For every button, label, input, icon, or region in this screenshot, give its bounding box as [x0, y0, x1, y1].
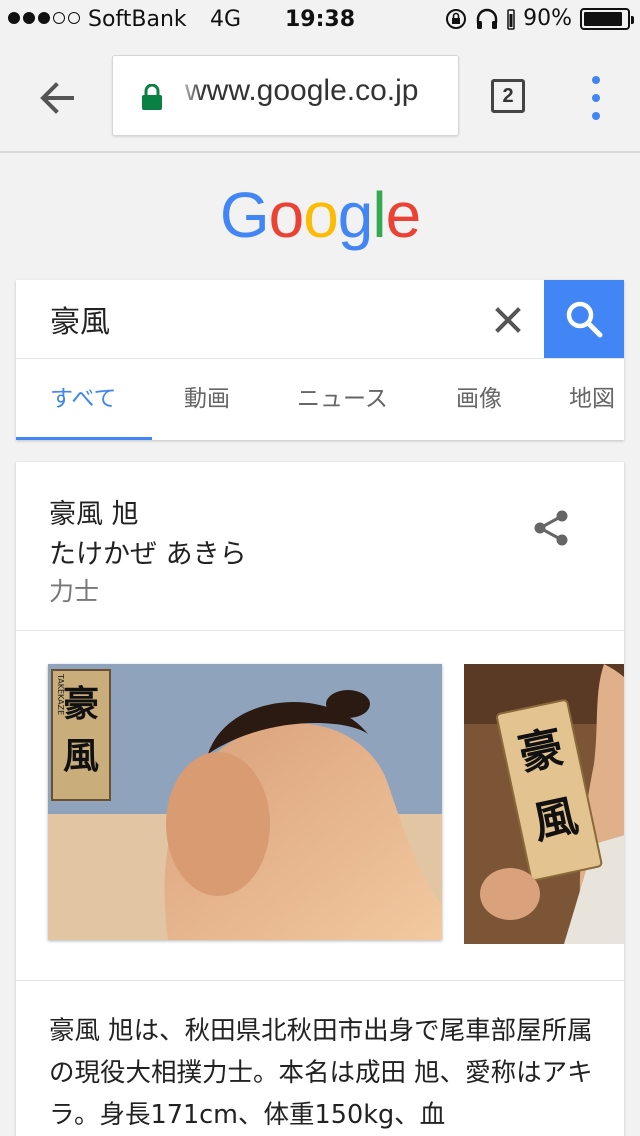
sumo-portrait-image: 豪 風 TAKEKAZE: [48, 664, 442, 940]
lock-icon: [142, 84, 162, 110]
battery-icon: [580, 7, 634, 30]
browser-toolbar: www.google.co.jp 2: [0, 40, 640, 153]
status-bar: SoftBank 4G 19:38 90%: [0, 0, 640, 40]
plaque-romaji: TAKEKAZE: [56, 673, 65, 715]
share-icon[interactable]: [530, 506, 574, 550]
kp-image-1[interactable]: 豪 風 TAKEKAZE: [48, 664, 442, 940]
tab-switcher-button[interactable]: 2: [491, 79, 525, 113]
search-card: すべて 動画 ニュース 画像 地図: [16, 280, 624, 440]
clear-icon[interactable]: [490, 302, 526, 338]
search-tabs: すべて 動画 ニュース 画像 地図: [16, 358, 624, 440]
kp-title[interactable]: 豪風 旭: [49, 492, 139, 531]
tab-images[interactable]: 画像: [456, 359, 502, 440]
kp-type: 力士: [49, 577, 100, 606]
battery-percent: 90%: [523, 6, 572, 31]
divider: [16, 630, 624, 631]
status-right: 90%: [445, 6, 634, 31]
logo-letter: G: [219, 179, 270, 251]
kp-description: 豪風 旭は、秋田県北秋田市出身で尾車部屋所属の現役大相撲力士。本名は成田 旭、愛…: [49, 1016, 593, 1130]
headphones-icon: [476, 8, 498, 29]
tab-maps[interactable]: 地図: [569, 359, 615, 440]
headphone-battery-icon: [507, 8, 515, 30]
address-bar[interactable]: www.google.co.jp: [112, 55, 459, 136]
back-arrow-icon[interactable]: [30, 70, 86, 126]
logo-letter: e: [385, 179, 422, 251]
kp-image-2[interactable]: 豪 風: [464, 664, 624, 944]
sumo-plaque-image: 豪 風: [464, 664, 624, 944]
search-icon: [566, 301, 603, 338]
kp-reading: たけかぜ あきら: [49, 539, 247, 570]
logo-letter: l: [372, 179, 386, 251]
tab-videos[interactable]: 動画: [184, 359, 230, 440]
logo-letter: g: [337, 179, 374, 251]
google-logo: Google: [0, 178, 640, 252]
logo-letter: o: [303, 179, 339, 251]
logo-letter: o: [268, 179, 305, 251]
plaque-text-1: 豪: [63, 683, 99, 725]
plaque-text-2: 風: [63, 735, 99, 777]
divider: [16, 980, 624, 981]
url-text[interactable]: www.google.co.jp: [185, 74, 418, 108]
rotation-lock-icon: [446, 8, 467, 29]
overflow-menu-icon[interactable]: [584, 76, 608, 120]
search-input[interactable]: [16, 280, 544, 358]
tab-news[interactable]: ニュース: [297, 359, 388, 440]
active-tab-indicator: [16, 437, 152, 440]
knowledge-panel: 豪風 旭 たけかぜ あきら 力士 豪 風 TAKEKAZE 豪 風 豪風 旭は、…: [16, 462, 624, 1136]
search-button[interactable]: [544, 280, 624, 358]
tab-all[interactable]: すべて: [50, 359, 116, 440]
